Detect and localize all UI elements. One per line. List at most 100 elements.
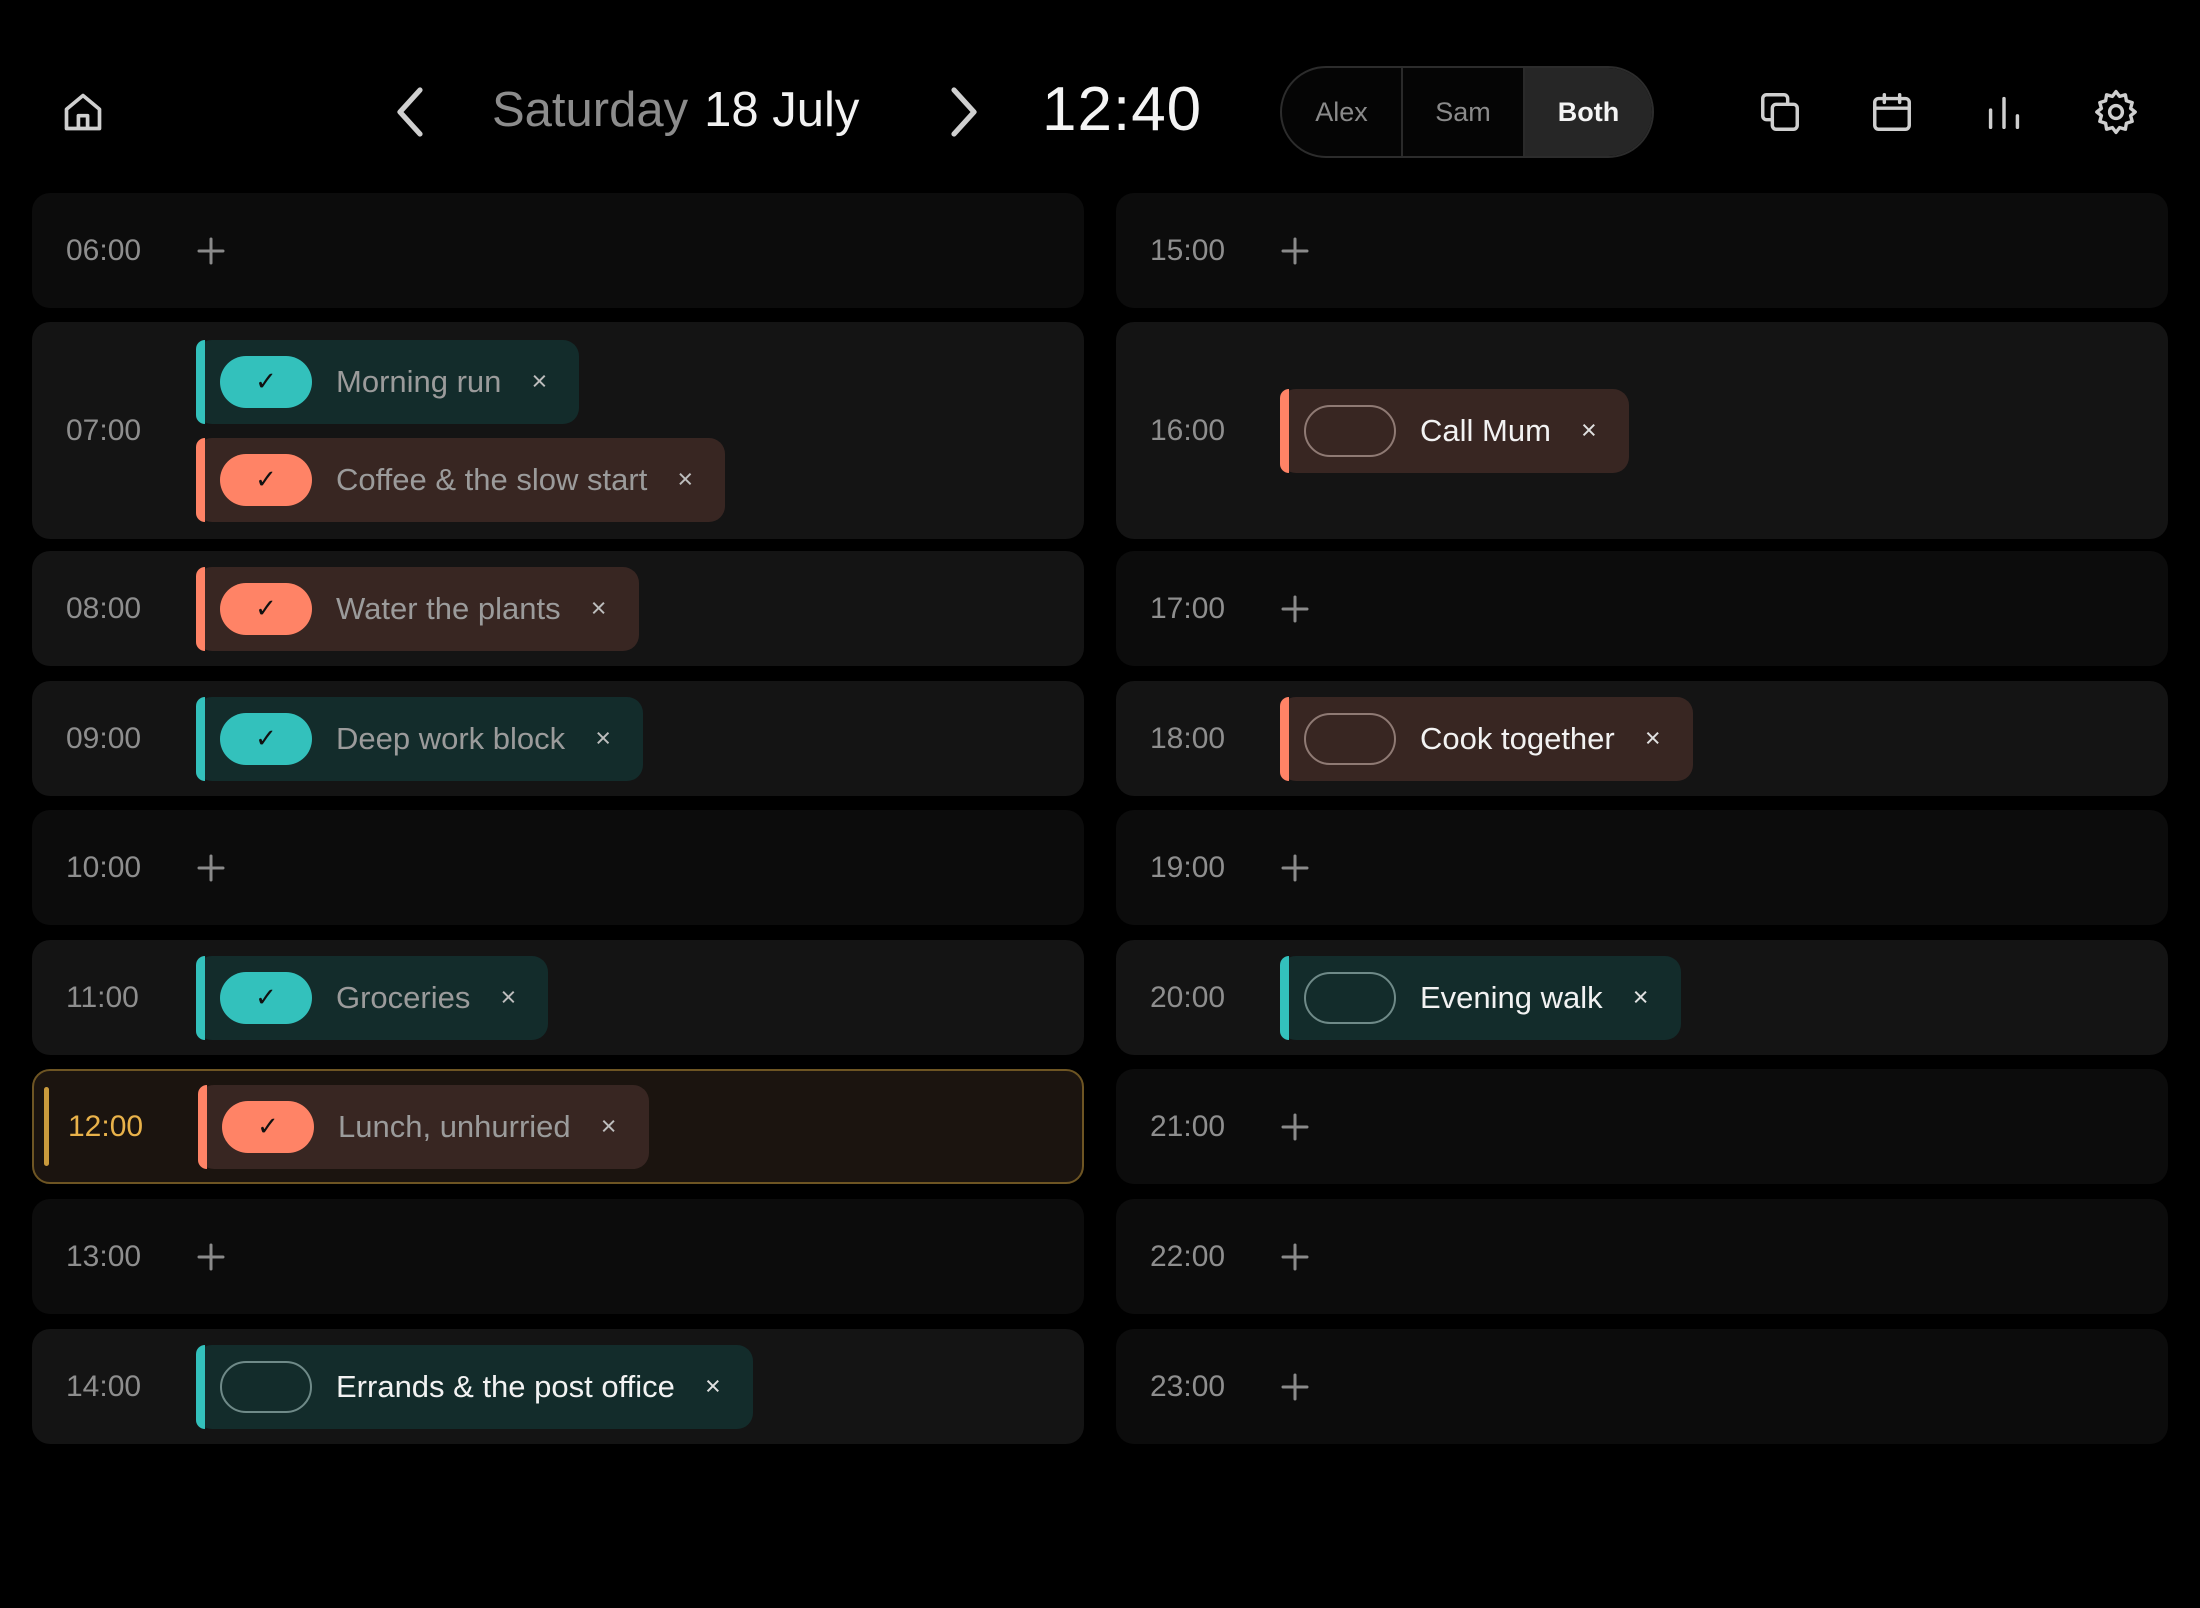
close-icon: × bbox=[590, 593, 607, 623]
add-event-button[interactable] bbox=[1271, 1233, 1319, 1281]
slot-time-label: 17:00 bbox=[1150, 591, 1226, 625]
slot-time-label: 12:00 bbox=[68, 1109, 144, 1143]
remove-event-button[interactable]: × bbox=[699, 1371, 727, 1401]
event-chip[interactable]: ✓ Water the plants × bbox=[196, 566, 639, 651]
add-event-button[interactable] bbox=[1271, 1363, 1319, 1411]
event-title: Cook together bbox=[1420, 720, 1615, 756]
weekday-label: Saturday bbox=[492, 83, 689, 137]
slot-time-label: 11:00 bbox=[66, 980, 139, 1014]
add-event-button[interactable] bbox=[187, 1233, 235, 1281]
plus-icon bbox=[1281, 854, 1309, 881]
bar-chart-icon bbox=[1988, 96, 2020, 130]
done-toggle-checked[interactable]: ✓ bbox=[222, 1100, 314, 1153]
calendar-icon bbox=[1873, 93, 1911, 131]
slot-time-label: 14:00 bbox=[66, 1369, 142, 1403]
close-icon: × bbox=[1581, 415, 1597, 445]
remove-event-button[interactable]: × bbox=[1627, 982, 1655, 1012]
close-icon: × bbox=[705, 1371, 721, 1401]
settings-button[interactable] bbox=[2076, 72, 2156, 152]
event-chip[interactable]: ✓ Lunch, unhurried × bbox=[198, 1084, 649, 1169]
event-chip[interactable]: ✓ Groceries × bbox=[196, 955, 549, 1040]
event-chip[interactable]: Cook together × bbox=[1280, 696, 1693, 781]
remove-event-button[interactable]: × bbox=[585, 593, 613, 623]
close-icon: × bbox=[1644, 723, 1661, 753]
event-chip[interactable]: Call Mum × bbox=[1280, 388, 1629, 473]
slot-time-label: 09:00 bbox=[66, 721, 142, 755]
remove-event-button[interactable]: × bbox=[589, 723, 617, 753]
event-list: ✓ Deep work block × bbox=[196, 696, 644, 781]
check-icon: ✓ bbox=[255, 464, 277, 494]
event-list: Errands & the post office × bbox=[196, 1344, 753, 1429]
slot-time-label: 16:00 bbox=[1150, 413, 1226, 447]
add-event-button[interactable] bbox=[1271, 585, 1319, 633]
time-slot-2200: 22:00 bbox=[1116, 1199, 2168, 1314]
check-icon: ✓ bbox=[257, 1111, 279, 1141]
add-event-button[interactable] bbox=[187, 844, 235, 892]
event-list: Cook together × bbox=[1280, 696, 1693, 781]
remove-event-button[interactable]: × bbox=[525, 366, 553, 396]
check-icon: ✓ bbox=[255, 366, 277, 396]
remove-event-button[interactable]: × bbox=[595, 1111, 623, 1141]
done-toggle-unchecked[interactable] bbox=[220, 1360, 312, 1413]
filter-alex[interactable]: Alex bbox=[1282, 68, 1403, 156]
copy-day-button[interactable] bbox=[1740, 72, 1820, 152]
time-slot-2300: 23:00 bbox=[1116, 1329, 2168, 1444]
done-toggle-checked[interactable]: ✓ bbox=[220, 712, 312, 765]
done-toggle-checked[interactable]: ✓ bbox=[220, 355, 312, 408]
event-chip[interactable]: ✓ Morning run × bbox=[196, 339, 580, 424]
previous-day-button[interactable] bbox=[372, 72, 452, 152]
done-toggle-checked[interactable]: ✓ bbox=[220, 971, 312, 1024]
close-icon: × bbox=[677, 464, 694, 494]
time-slot-1600: 16:00 Call Mum × bbox=[1116, 322, 2168, 539]
time-slot-1100: 11:00 ✓ Groceries × bbox=[32, 940, 1084, 1055]
time-slot-1400: 14:00 Errands & the post office × bbox=[32, 1329, 1084, 1444]
date-label: 18 July bbox=[704, 83, 860, 137]
done-toggle-checked[interactable]: ✓ bbox=[220, 453, 312, 506]
event-title: Lunch, unhurried bbox=[338, 1108, 571, 1144]
plus-icon bbox=[1281, 1243, 1309, 1270]
time-slot-0800: 08:00 ✓ Water the plants × bbox=[32, 551, 1084, 666]
plus-icon bbox=[1281, 595, 1309, 622]
check-icon: ✓ bbox=[255, 723, 277, 753]
slot-time-label: 19:00 bbox=[1150, 850, 1226, 884]
slot-time-label: 21:00 bbox=[1150, 1109, 1226, 1143]
event-title: Errands & the post office bbox=[336, 1368, 675, 1404]
event-chip[interactable]: Errands & the post office × bbox=[196, 1344, 753, 1429]
close-icon: × bbox=[600, 1111, 617, 1141]
calendar-button[interactable] bbox=[1852, 72, 1932, 152]
event-chip[interactable]: ✓ Coffee & the slow start × bbox=[196, 437, 726, 522]
stats-button[interactable] bbox=[1964, 72, 2044, 152]
slot-time-label: 22:00 bbox=[1150, 1239, 1226, 1273]
remove-event-button[interactable]: × bbox=[1575, 415, 1603, 445]
slot-time-label: 18:00 bbox=[1150, 721, 1226, 755]
close-icon: × bbox=[500, 982, 517, 1012]
event-chip[interactable]: ✓ Deep work block × bbox=[196, 696, 644, 781]
home-icon bbox=[64, 93, 102, 131]
event-title: Water the plants bbox=[336, 590, 561, 626]
done-toggle-unchecked[interactable] bbox=[1304, 712, 1396, 765]
add-event-button[interactable] bbox=[187, 227, 235, 275]
next-day-button[interactable] bbox=[922, 72, 1002, 152]
add-event-button[interactable] bbox=[1271, 227, 1319, 275]
time-slot-1000: 10:00 bbox=[32, 810, 1084, 925]
remove-event-button[interactable]: × bbox=[671, 464, 699, 494]
home-button[interactable] bbox=[43, 72, 123, 152]
slot-time-label: 20:00 bbox=[1150, 980, 1226, 1014]
filter-sam[interactable]: Sam bbox=[1403, 68, 1525, 156]
add-event-button[interactable] bbox=[1271, 844, 1319, 892]
remove-event-button[interactable]: × bbox=[1639, 723, 1667, 753]
time-slot-0900: 09:00 ✓ Deep work block × bbox=[32, 681, 1084, 796]
plus-icon bbox=[197, 854, 225, 881]
event-list: ✓ Groceries × bbox=[196, 955, 549, 1040]
done-toggle-checked[interactable]: ✓ bbox=[220, 582, 312, 635]
chevron-right-icon bbox=[951, 87, 977, 137]
event-chip[interactable]: Evening walk × bbox=[1280, 955, 1681, 1040]
done-toggle-unchecked[interactable] bbox=[1304, 404, 1396, 457]
time-slot-1700: 17:00 bbox=[1116, 551, 2168, 666]
filter-both[interactable]: Both bbox=[1525, 68, 1652, 156]
event-list: ✓ Water the plants × bbox=[196, 566, 639, 651]
done-toggle-unchecked[interactable] bbox=[1304, 971, 1396, 1024]
slot-time-label: 06:00 bbox=[66, 233, 142, 267]
remove-event-button[interactable]: × bbox=[494, 982, 522, 1012]
add-event-button[interactable] bbox=[1271, 1103, 1319, 1151]
